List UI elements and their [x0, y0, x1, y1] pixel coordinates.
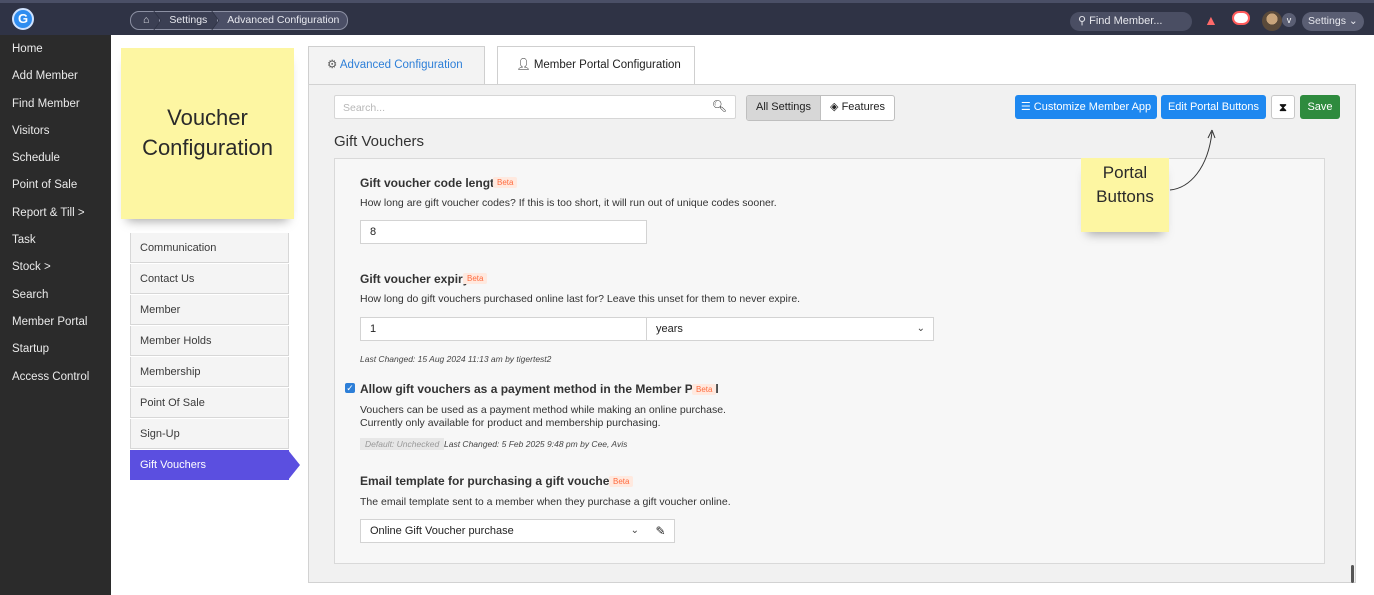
portal-buttons-note: Portal Buttons [1081, 158, 1169, 232]
sidebar-item-access-control[interactable]: Access Control [0, 364, 111, 391]
default-value-chip: Default: Unchecked [360, 438, 445, 450]
sidebar-item-find-member[interactable]: Find Member [0, 91, 111, 118]
all-settings-button[interactable]: All Settings [747, 96, 822, 120]
sliders-icon: ☰ [1020, 101, 1031, 113]
notification-bell-icon[interactable]: ▲ [1204, 12, 1218, 28]
gears-icon: ⚙ [327, 59, 338, 71]
tab-member-portal-configuration[interactable]: 👤︎ Member Portal Configuration [497, 46, 695, 84]
features-label: Features [841, 101, 885, 113]
find-member-placeholder: Find Member... [1089, 15, 1163, 27]
sidebar-item-stock[interactable]: Stock > [0, 254, 111, 281]
home-icon: ⌂ [143, 14, 150, 26]
category-membership[interactable]: Membership [130, 357, 289, 387]
category-member[interactable]: Member [130, 295, 289, 325]
allow-payment-checkbox[interactable]: ✓ [345, 383, 355, 393]
user-icon: 👤︎ [516, 59, 531, 71]
code-length-input[interactable]: 8 [360, 220, 647, 244]
beta-badge: Beta [609, 476, 634, 487]
settings-menu[interactable]: Settings ⌄ [1302, 12, 1364, 31]
breadcrumb-home[interactable]: ⌂ [130, 11, 160, 30]
settings-menu-label: Settings [1308, 15, 1346, 27]
top-bar: G ⌂ Settings Advanced Configuration ⚲ Fi… [0, 0, 1374, 35]
code-length-label: Gift voucher code length [360, 176, 502, 190]
note-line: Buttons [1096, 187, 1154, 206]
scrollbar-thumb[interactable] [1351, 565, 1354, 583]
section-title: Gift Vouchers [334, 133, 425, 150]
expiry-value-input[interactable]: 1 [360, 317, 647, 341]
app-logo[interactable]: G [12, 8, 34, 30]
save-button[interactable]: Save [1300, 95, 1340, 119]
code-length-help: How long are gift voucher codes? If this… [360, 197, 777, 209]
category-member-holds[interactable]: Member Holds [130, 326, 289, 356]
sidebar-item-task[interactable]: Task [0, 227, 111, 254]
search-icon[interactable]: 🔍︎ [712, 99, 727, 113]
email-template-help: The email template sent to a member when… [360, 496, 731, 508]
breadcrumb-advanced-configuration[interactable]: Advanced Configuration [212, 11, 349, 30]
edit-portal-buttons-button[interactable]: Edit Portal Buttons [1161, 95, 1266, 119]
sidebar-item-point-of-sale[interactable]: Point of Sale [0, 172, 111, 199]
allow-payment-last-changed: Last Changed: 5 Feb 2025 9:48 pm by Cee,… [444, 439, 628, 449]
sidebar-item-home[interactable]: Home [0, 36, 111, 63]
beta-badge: Beta [493, 177, 518, 188]
allow-payment-label[interactable]: Allow gift vouchers as a payment method … [360, 382, 719, 396]
allow-payment-help-line2: Currently only available for product and… [360, 417, 661, 429]
expiry-help: How long do gift vouchers purchased onli… [360, 293, 801, 305]
find-member-search[interactable]: ⚲ Find Member... [1070, 12, 1192, 31]
sidebar: Home Add Member Find Member Visitors Sch… [0, 35, 111, 595]
expiry-last-changed: Last Changed: 15 Aug 2024 11:13 am by ti… [360, 354, 552, 364]
settings-search-input[interactable] [341, 97, 715, 119]
category-sign-up[interactable]: Sign-Up [130, 419, 289, 449]
note-line: Configuration [142, 135, 273, 160]
settings-search: 🔍︎ [334, 95, 736, 119]
cube-icon: ◈ [830, 101, 839, 113]
beta-badge: Beta [692, 384, 717, 395]
chevron-down-icon[interactable]: v [1282, 13, 1296, 27]
messages-icon[interactable] [1232, 11, 1250, 25]
search-icon: ⚲ [1078, 15, 1087, 27]
breadcrumb-settings[interactable]: Settings [154, 11, 218, 30]
note-line: Portal [1102, 163, 1148, 182]
customize-member-app-button[interactable]: ☰ Customize Member App [1015, 95, 1157, 119]
sidebar-item-schedule[interactable]: Schedule [0, 145, 111, 172]
settings-filter-toggle: All Settings ◈ Features [746, 95, 895, 121]
hourglass-icon[interactable]: ⧗ [1271, 95, 1295, 119]
breadcrumb: ⌂ Settings Advanced Configuration [130, 11, 349, 30]
email-template-label: Email template for purchasing a gift vou… [360, 474, 615, 488]
customize-member-app-label: Customize Member App [1033, 101, 1152, 113]
edit-pencil-icon[interactable]: ✎ [647, 519, 675, 543]
beta-badge: Beta [463, 273, 488, 284]
chevron-down-icon: ⌄ [1348, 15, 1358, 27]
category-gift-vouchers[interactable]: Gift Vouchers [130, 450, 300, 480]
voucher-configuration-note: Voucher Configuration [121, 48, 294, 219]
category-point-of-sale[interactable]: Point Of Sale [130, 388, 289, 418]
features-button[interactable]: ◈ Features [821, 96, 894, 120]
sidebar-item-search[interactable]: Search [0, 282, 111, 309]
sidebar-item-report-till[interactable]: Report & Till > [0, 200, 111, 227]
tab-advanced-configuration[interactable]: ⚙ Advanced Configuration [308, 46, 485, 84]
category-communication[interactable]: Communication [130, 233, 289, 263]
expiry-unit-select[interactable]: years ⌄ [646, 317, 934, 341]
category-contact-us[interactable]: Contact Us [130, 264, 289, 294]
sidebar-item-startup[interactable]: Startup [0, 336, 111, 363]
sidebar-item-member-portal[interactable]: Member Portal [0, 309, 111, 336]
email-template-select[interactable]: Online Gift Voucher purchase ⌄ [360, 519, 648, 543]
expiry-label: Gift voucher expiry [360, 272, 470, 286]
note-line: Voucher [167, 105, 248, 130]
tab-advanced-configuration-label: Advanced Configuration [339, 59, 463, 71]
expiry-unit-value: years [656, 323, 683, 335]
chevron-down-icon: ⌄ [916, 323, 925, 334]
sidebar-item-visitors[interactable]: Visitors [0, 118, 111, 145]
email-template-value: Online Gift Voucher purchase [370, 525, 514, 537]
user-avatar[interactable] [1262, 11, 1282, 31]
allow-payment-help-line1: Vouchers can be used as a payment method… [360, 404, 726, 416]
annotation-arrow [1169, 129, 1216, 191]
sidebar-item-add-member[interactable]: Add Member [0, 63, 111, 90]
chevron-down-icon: ⌄ [630, 525, 639, 536]
tab-member-portal-configuration-label: Member Portal Configuration [533, 59, 681, 71]
